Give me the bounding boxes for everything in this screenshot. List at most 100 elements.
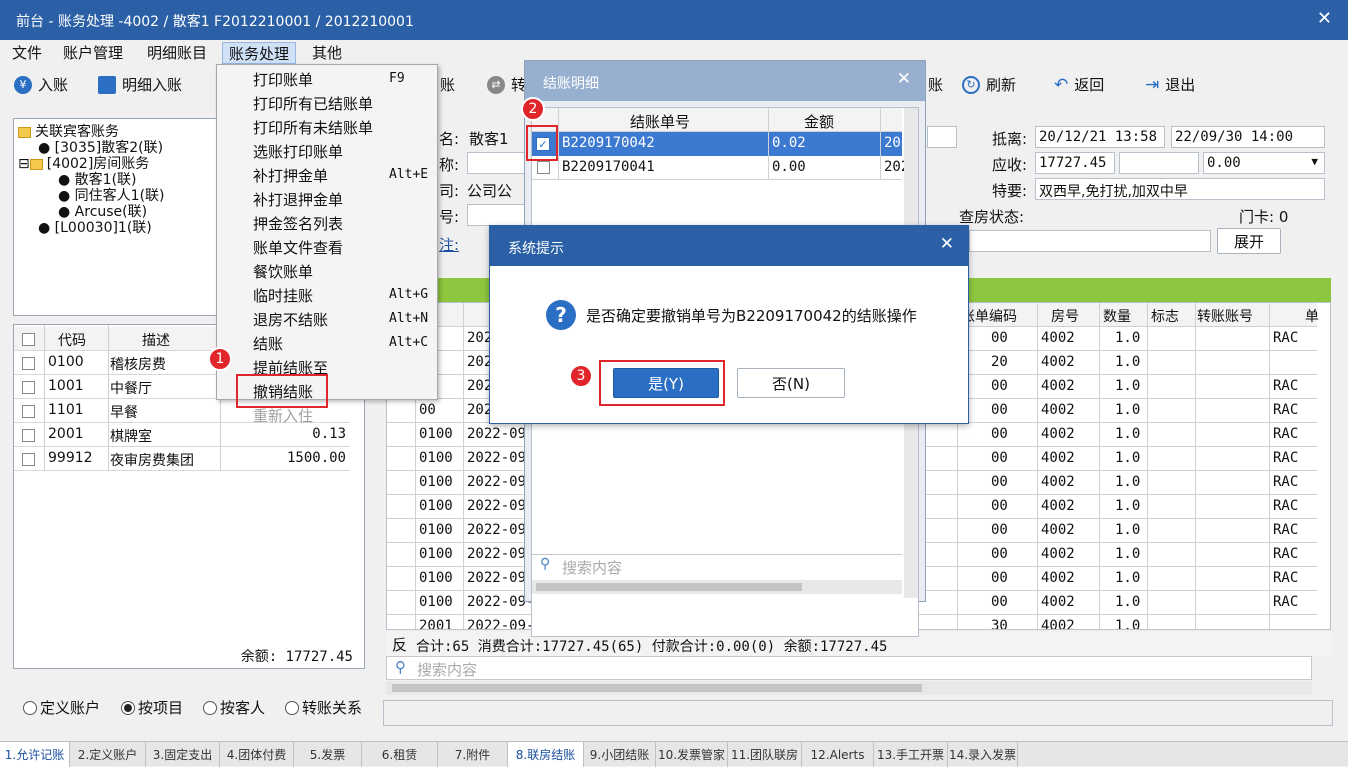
grid-hscrollbar[interactable] (386, 681, 1312, 695)
tree-node-label: [L00030]1(联) (54, 220, 152, 236)
grid-search[interactable]: ⚲ 搜索内容 (386, 656, 1312, 680)
settle-row-selected[interactable]: ✓ B2209170042 0.02 202 (532, 132, 909, 156)
row-checkbox[interactable] (22, 357, 35, 370)
col-extra: 单 (1305, 309, 1319, 325)
bottom-tab[interactable]: 11.团队联房 (728, 742, 802, 767)
hidden-field[interactable] (927, 126, 957, 148)
cell-flag: RAC (1273, 474, 1299, 490)
back-button[interactable]: ↶ 返回 (1054, 74, 1104, 95)
remark-field[interactable] (969, 230, 1211, 252)
dropdown-item[interactable]: 账单文件查看 (253, 237, 433, 258)
detail-post-button[interactable]: 明细入账 (98, 74, 182, 95)
bottom-tab[interactable]: 2.定义账户 (70, 742, 146, 767)
row-checkbox[interactable] (22, 453, 35, 466)
bottom-tab[interactable]: 4.团体付费 (220, 742, 294, 767)
no-button[interactable]: 否(N) (737, 368, 845, 398)
expand-button[interactable]: 展开 (1217, 228, 1281, 254)
dropdown-item[interactable]: 打印所有未结账单 (253, 117, 433, 138)
settle-button[interactable]: 账 (928, 74, 943, 95)
window-close-icon[interactable]: ✕ (1317, 8, 1332, 29)
dropdown-item[interactable]: 重新入住 (253, 405, 433, 426)
row-checkbox[interactable] (22, 429, 35, 442)
table-row[interactable]: 2001 棋牌室 0.13 (14, 423, 350, 447)
row-checkbox[interactable] (22, 381, 35, 394)
table-row[interactable]: 99912 夜审房费集团 1500.00 (14, 447, 350, 471)
dropdown-item[interactable]: 押金签名列表 (253, 213, 433, 234)
reverse-label[interactable]: 反 (392, 634, 407, 655)
row-checkbox[interactable] (22, 405, 35, 418)
dropdown-item[interactable]: 打印所有已结账单 (253, 93, 433, 114)
title-field[interactable] (467, 152, 527, 174)
menu-other[interactable]: 其他 (306, 42, 348, 64)
close-icon[interactable]: ✕ (940, 234, 954, 254)
dropdown-item[interactable]: 结账 Alt+C (253, 333, 433, 354)
question-icon: ? (546, 300, 576, 330)
menu-billing[interactable]: 账务处理 (222, 42, 297, 64)
dropdown-item-shortcut: Alt+E (389, 167, 429, 182)
refresh-button[interactable]: ↻ 刷新 (962, 74, 1016, 95)
row-checkbox[interactable] (537, 161, 550, 174)
radio-by-item[interactable]: 按项目 (121, 697, 183, 718)
cell-code: 0100 (419, 570, 453, 586)
bottom-tab[interactable]: 13.手工开票 (874, 742, 948, 767)
settle-search[interactable]: ⚲ 搜索内容 (532, 554, 902, 578)
radio-transfer[interactable]: 转账关系 (285, 697, 362, 718)
cell-room: 4002 (1041, 546, 1075, 562)
bottom-tab[interactable]: 5.发票 (294, 742, 362, 767)
dropdown-item[interactable]: 临时挂账 Alt+G (253, 285, 433, 306)
company-label: 司: (439, 182, 460, 200)
settle-hscrollbar[interactable] (532, 580, 902, 594)
bottom-tab[interactable]: 7.附件 (438, 742, 508, 767)
dropdown-item-shortcut: Alt+G (389, 287, 429, 302)
menu-account-manage[interactable]: 账户管理 (57, 42, 129, 64)
dropdown-item[interactable]: 餐饮账单 (253, 261, 433, 282)
dropdown-item-shortcut: F9 (389, 71, 405, 86)
menu-detail-items[interactable]: 明细账目 (141, 42, 213, 64)
bottom-tab[interactable]: 1.允许记账 (0, 742, 70, 767)
transfer-button[interactable]: ⇄ 转 (487, 74, 526, 95)
tree-node-l00030[interactable]: ● [L00030]1(联) (38, 217, 152, 237)
name-value: 散客1 (469, 130, 509, 148)
bottom-tab[interactable]: 8.联房结账 (508, 742, 584, 767)
exit-button[interactable]: ⇥ 退出 (1145, 74, 1195, 95)
col-settle-no: 结账单号 (630, 113, 691, 131)
cell-bill: 00 (991, 570, 1008, 586)
col-qty: 数量 (1103, 309, 1131, 325)
bottom-tabs: 1.允许记账 2.定义账户 3.固定支出 4.团体付费 5.发票 6.租赁 7.附件 8.联房… (0, 741, 1348, 767)
dropdown-item-label: 临时挂账 (253, 287, 314, 305)
arrival-field[interactable]: 20/12/21 13:58 (1035, 126, 1165, 148)
account-button[interactable]: 账 (440, 74, 455, 95)
bottom-tab[interactable]: 3.固定支出 (146, 742, 220, 767)
select-all-checkbox[interactable] (22, 333, 35, 346)
bottom-tab[interactable]: 9.小团结账 (584, 742, 656, 767)
close-icon[interactable]: ✕ (897, 69, 911, 89)
dropdown-item[interactable]: 退房不结账 Alt+N (253, 309, 433, 330)
special-field[interactable]: 双西早,免打扰,加双中早 (1035, 178, 1325, 200)
settle-no: B2209170041 (562, 159, 655, 175)
cell-qty: 1.0 (1115, 354, 1141, 370)
depart-label: 抵离: (992, 130, 1028, 148)
departure-field[interactable]: 22/09/30 14:00 (1171, 126, 1325, 148)
prompt-header: 系统提示 ✕ (490, 226, 968, 266)
receivable-extra-field (1119, 152, 1199, 174)
cell-code: 0100 (419, 426, 453, 442)
bottom-tab[interactable]: 12.Alerts (802, 742, 874, 767)
cell-bill: 00 (991, 330, 1008, 346)
row-code: 1001 (48, 378, 84, 394)
remark-link[interactable]: 注: (439, 234, 459, 255)
dropdown-item[interactable]: 选账打印账单 (253, 141, 433, 162)
menu-file[interactable]: 文件 (6, 42, 48, 64)
dropdown-item-label: 结账 (253, 335, 284, 353)
number-field[interactable] (467, 204, 527, 226)
post-button[interactable]: ¥ 入账 (14, 74, 68, 95)
dropdown-item[interactable]: 打印账单 F9 (253, 69, 433, 90)
radio-define-account[interactable]: 定义账户 (23, 697, 100, 718)
dropdown-item[interactable]: 补打押金单 Alt+E (253, 165, 433, 186)
radio-by-guest[interactable]: 按客人 (203, 697, 265, 718)
bottom-tab[interactable]: 6.租赁 (362, 742, 438, 767)
settle-row[interactable]: B2209170041 0.00 202 (532, 156, 909, 180)
bottom-tab[interactable]: 14.录入发票 (948, 742, 1018, 767)
dropdown-item[interactable]: 补打退押金单 (253, 189, 433, 210)
bottom-tab[interactable]: 10.发票管家 (656, 742, 728, 767)
receivable-select[interactable]: 0.00 ▼ (1203, 152, 1325, 174)
